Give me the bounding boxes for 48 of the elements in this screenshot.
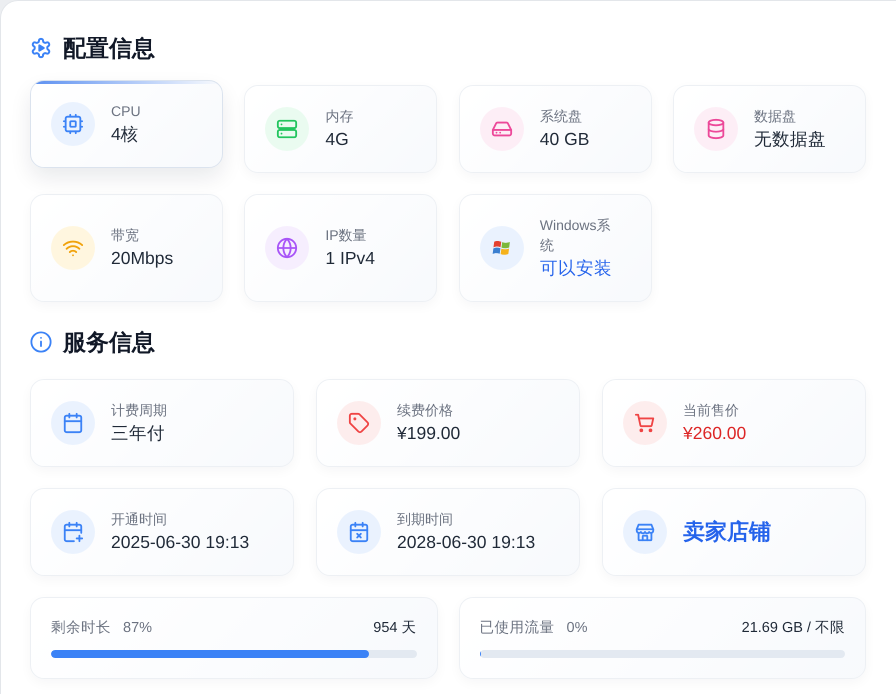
calendar-x-icon xyxy=(337,510,381,554)
gear-icon xyxy=(30,37,52,59)
usage-label: 剩余时长 xyxy=(51,619,111,638)
spec-value: 1 IPv4 xyxy=(325,247,375,270)
spec-value: 可以安装 xyxy=(540,257,612,280)
info-icon xyxy=(30,331,52,353)
windows-logo-icon xyxy=(480,226,524,270)
spec-label: CPU xyxy=(111,102,141,121)
hard-drive-icon xyxy=(480,107,524,151)
usage-percent: 0% xyxy=(566,619,588,638)
spec-label: 数据盘 xyxy=(754,107,796,126)
spec-label: Windows系统 xyxy=(540,216,612,255)
tag-icon xyxy=(337,401,381,445)
seller-store-link[interactable]: 卖家店铺 xyxy=(683,518,771,546)
spec-label: IP数量 xyxy=(325,226,367,245)
spec-label: 带宽 xyxy=(111,226,139,245)
usage-reading: 21.69 GB / 不限 xyxy=(742,619,845,638)
spec-value: 20Mbps xyxy=(111,247,174,270)
globe-icon xyxy=(265,226,310,270)
service-label: 续费价格 xyxy=(397,401,453,420)
spec-label: 系统盘 xyxy=(540,107,582,126)
calendar-plus-icon xyxy=(51,510,95,554)
section-title: 配置信息 xyxy=(63,35,155,61)
spec-label: 内存 xyxy=(325,107,354,126)
service-value: 2028-06-30 19:13 xyxy=(397,531,536,554)
service-value: 2025-06-30 19:13 xyxy=(111,531,250,554)
spec-value: 4核 xyxy=(111,123,139,146)
spec-value: 4G xyxy=(325,128,349,151)
calendar-icon xyxy=(51,401,95,445)
service-value: ¥260.00 xyxy=(683,422,746,445)
chip-icon xyxy=(51,102,95,146)
cart-icon xyxy=(623,401,667,445)
service-label: 当前售价 xyxy=(683,401,739,420)
service-label: 开通时间 xyxy=(111,510,167,529)
usage-reading: 954 天 xyxy=(373,619,416,638)
wifi-icon xyxy=(51,226,95,270)
service-label: 到期时间 xyxy=(397,510,453,529)
service-value: ¥199.00 xyxy=(397,422,460,445)
service-label: 计费周期 xyxy=(111,401,167,420)
database-icon xyxy=(694,107,738,151)
spec-value: 40 GB xyxy=(540,128,590,151)
section-title: 服务信息 xyxy=(63,329,155,355)
service-value: 三年付 xyxy=(111,422,165,445)
store-icon xyxy=(623,510,667,554)
usage-percent: 87% xyxy=(123,619,152,638)
spec-value: 无数据盘 xyxy=(754,128,826,151)
usage-label: 已使用流量 xyxy=(480,618,554,638)
server-icon xyxy=(265,107,310,151)
